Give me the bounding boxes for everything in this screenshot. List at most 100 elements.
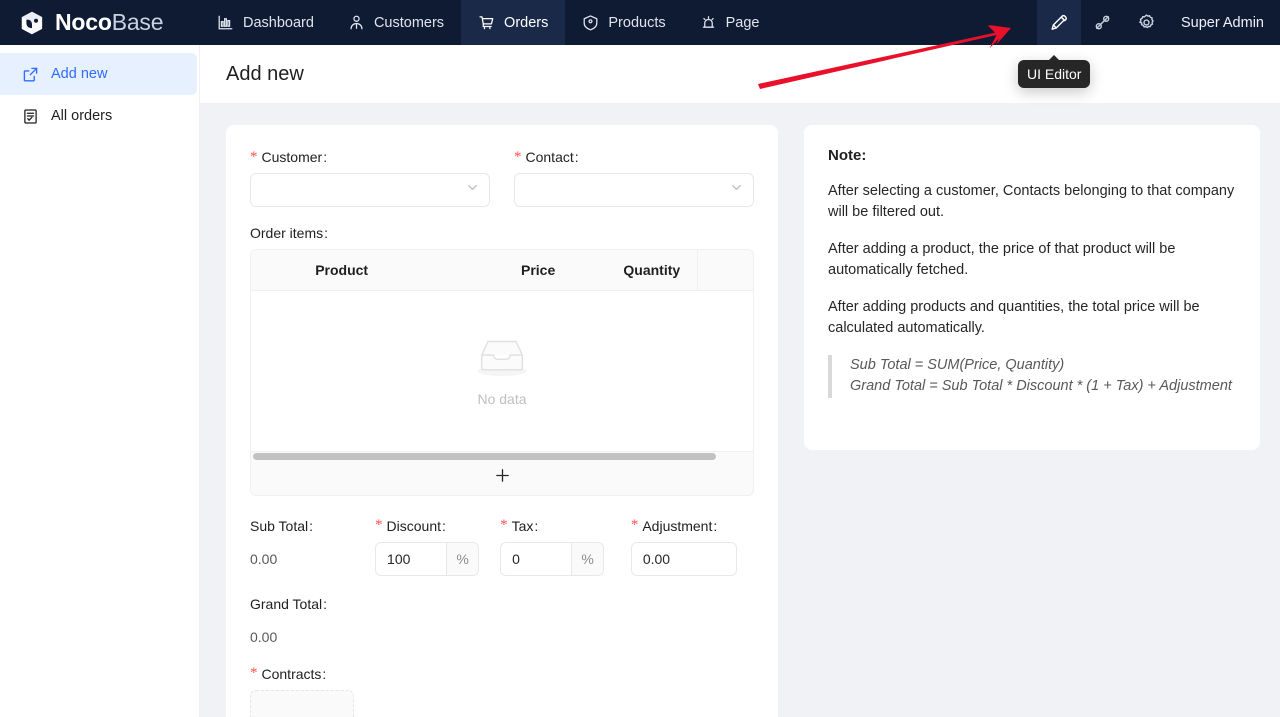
field-discount: * Discount : %: [375, 518, 500, 576]
nav-item-dashboard[interactable]: Dashboard: [200, 0, 331, 45]
field-label-adjustment: * Adjustment :: [631, 518, 754, 534]
label-colon: :: [309, 517, 314, 534]
grand-total-value: 0.00: [250, 628, 278, 645]
formula-line: Sub Total = SUM(Price, Quantity): [850, 357, 1065, 374]
shopping-cart-icon: [478, 14, 495, 31]
nav-label: Dashboard: [243, 14, 314, 31]
discount-input-group[interactable]: %: [375, 541, 480, 576]
tooltip-text: UI Editor: [1027, 66, 1082, 82]
ui-editor-icon[interactable]: [1036, 0, 1081, 45]
empty-state: No data: [251, 291, 753, 451]
chevron-down-icon: [730, 181, 743, 199]
order-items-table: Product Price Quantity No data: [250, 249, 754, 452]
field-adjustment: * Adjustment :: [630, 518, 754, 576]
label-text: Tax: [511, 517, 534, 534]
customer-select[interactable]: [250, 173, 490, 207]
user-name-label: Super Admin: [1180, 14, 1264, 31]
main-area: Add new * Customer : * Contact: Order i…: [200, 45, 1280, 717]
page-title: Add new: [226, 62, 304, 85]
form-row-customer-contact: * Customer : * Contact:: [250, 149, 754, 207]
label-text: Contracts: [261, 665, 322, 682]
label-colon: :: [534, 517, 539, 534]
sidebar-item-add-new[interactable]: Add new: [0, 53, 197, 95]
field-sub-total: Sub Total : 0.00: [250, 518, 375, 576]
app-logo-text: NocoBase: [55, 9, 164, 36]
nav-item-orders[interactable]: Orders: [461, 0, 566, 45]
empty-state-text: No data: [477, 390, 527, 407]
adjustment-input-group[interactable]: [630, 541, 737, 576]
alarm-light-icon: [700, 14, 717, 31]
settings-gear-icon[interactable]: [1125, 0, 1169, 45]
label-text: Grand Total: [250, 595, 323, 612]
required-marker: *: [514, 148, 522, 165]
app-logo[interactable]: NocoBase: [0, 0, 200, 45]
label-colon: :: [322, 665, 327, 682]
nocobase-cube-logo-icon: [18, 9, 46, 37]
sidebar-item-all-orders[interactable]: All orders: [0, 95, 197, 137]
scrollbar-thumb[interactable]: [253, 453, 717, 460]
note-paragraph: After selecting a customer, Contacts bel…: [828, 183, 1235, 220]
contact-select[interactable]: [514, 173, 754, 207]
table-empty-row: No data: [251, 291, 753, 451]
table-horizontal-scrollbar[interactable]: [250, 451, 754, 462]
column-header-quantity[interactable]: Quantity: [609, 250, 698, 291]
table-header-row: Product Price Quantity: [251, 250, 753, 291]
tax-input-group[interactable]: %: [500, 541, 605, 576]
required-marker: *: [630, 517, 639, 533]
sub-total-value: 0.00: [250, 550, 278, 567]
field-label-customer: * Customer :: [250, 149, 490, 165]
add-order-item-button[interactable]: [250, 461, 754, 496]
bar-chart-icon: [217, 14, 234, 31]
totals-row: Sub Total : 0.00 * Discount : 100 % * Ta…: [250, 518, 754, 576]
required-marker: *: [500, 517, 508, 533]
user-menu[interactable]: Super Admin: [1169, 0, 1280, 45]
field-label-contact: * Contact :: [514, 149, 754, 165]
column-header-actions[interactable]: [697, 250, 753, 291]
discount-suffix: %: [446, 542, 479, 575]
label-text: Adjustment: [642, 517, 713, 534]
ui-editor-tooltip: UI Editor: [1018, 55, 1091, 88]
logo-text-base: Base: [111, 9, 164, 35]
label-colon: :: [323, 595, 328, 612]
nav-item-customers[interactable]: Customers: [331, 0, 461, 45]
discount-input[interactable]: [376, 542, 447, 575]
note-card: Note: After selecting a customer, Contac…: [804, 125, 1260, 450]
contracts-field[interactable]: [250, 689, 354, 717]
note-paragraph: After adding a product, the price of tha…: [828, 241, 1176, 278]
label-text: Order items: [250, 225, 324, 241]
external-link-icon: [22, 66, 39, 83]
column-header-price[interactable]: Price: [507, 250, 610, 291]
label-text: Contact: [525, 149, 574, 165]
field-label-order-items: Order items :: [250, 225, 754, 241]
nav-label: Orders: [504, 14, 549, 31]
sidebar: Add new All orders: [0, 45, 200, 717]
nav-item-page[interactable]: Page: [683, 0, 777, 45]
field-label-contracts: * Contracts :: [250, 666, 754, 682]
order-form-card: * Customer : * Contact: Order items: P…: [226, 125, 778, 717]
field-label-grand-total: Grand Total :: [250, 596, 754, 612]
label-colon: :: [574, 149, 579, 165]
chevron-down-icon: [466, 181, 479, 199]
page-content: * Customer : * Contact: Order items: P…: [200, 103, 1280, 717]
label-colon: :: [323, 149, 328, 165]
nav-label: Products: [608, 14, 666, 31]
top-header: NocoBase Dashboard Customers Orders Prod…: [0, 0, 1280, 45]
field-label-tax: * Tax :: [500, 518, 631, 534]
page-header: Add new: [200, 45, 1280, 103]
note-title: Note:: [828, 147, 867, 164]
label-text: Customer: [261, 149, 323, 165]
main-nav: Dashboard Customers Orders Products Page: [200, 0, 776, 45]
adjustment-input[interactable]: [631, 542, 736, 575]
column-header-product[interactable]: Product: [301, 250, 507, 291]
plugin-manager-icon[interactable]: [1081, 0, 1125, 45]
label-colon: :: [324, 225, 329, 241]
sidebar-item-label: All orders: [51, 108, 113, 124]
label-text: Sub Total: [250, 517, 309, 534]
column-header-select[interactable]: [251, 250, 302, 291]
empty-inbox-icon: [471, 335, 533, 385]
field-tax: * Tax : %: [500, 518, 631, 576]
nav-item-products[interactable]: Products: [565, 0, 682, 45]
tax-input[interactable]: [501, 542, 572, 575]
label-colon: :: [442, 517, 446, 534]
tag-icon: [582, 14, 599, 31]
